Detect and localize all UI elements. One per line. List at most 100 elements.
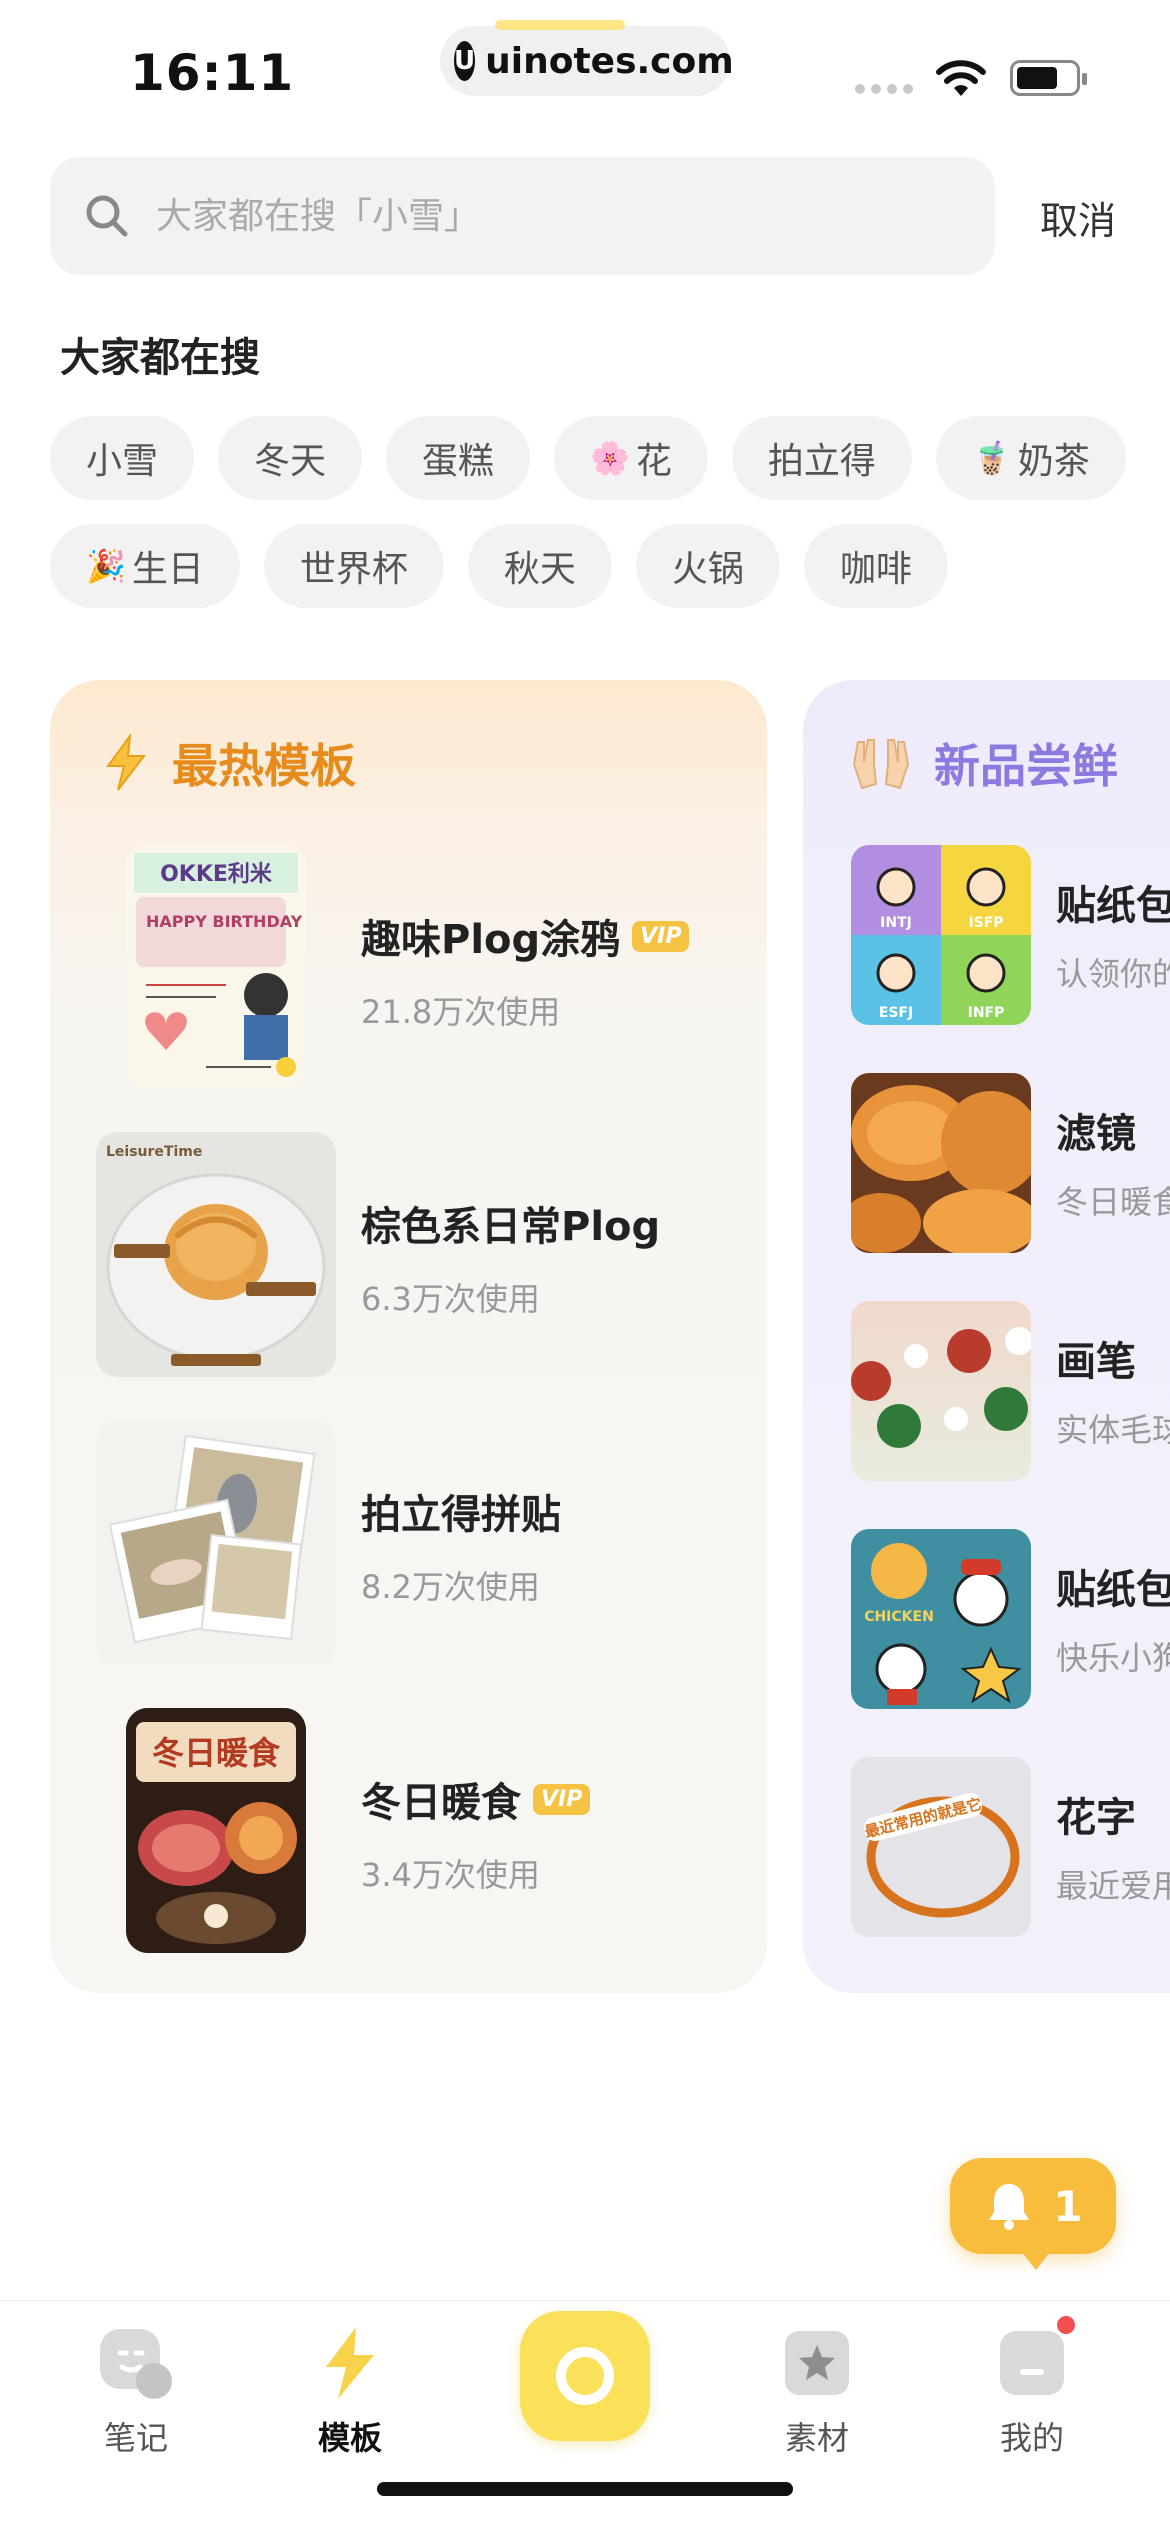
new-item-thumbnail: 最近常用的就是它 — [851, 1757, 1031, 1937]
new-item[interactable]: 滤镜 冬日暖食 — [851, 1073, 1170, 1253]
tab-materials[interactable]: 素材 — [747, 2323, 887, 2459]
tag-chip[interactable]: 世界杯 — [263, 524, 444, 608]
status-bar: 16:11 U uinotes.com — [0, 0, 1170, 140]
template-thumbnail: LeisureTime — [96, 1132, 336, 1377]
tag-chip[interactable]: 拍立得 — [731, 416, 912, 500]
template-name: 冬日暖食 VIP — [361, 1770, 591, 1828]
new-items-card: 新品尝鲜 INTJ ISFP ESFJ INFP 贴纸包 认领你的 滤镜 冬日暖… — [803, 680, 1170, 1993]
lightning-icon — [326, 2327, 374, 2399]
template-info: 趣味Plog涂鸦 VIP 21.8万次使用 — [361, 907, 690, 1033]
template-usage-count: 21.8万次使用 — [361, 993, 561, 1031]
new-item[interactable]: INTJ ISFP ESFJ INFP 贴纸包 认领你的 — [851, 845, 1170, 1025]
tag-chip[interactable]: 火锅 — [635, 524, 780, 608]
new-item-thumbnail — [851, 1073, 1031, 1253]
template-item[interactable]: OKKE利米 HAPPY BIRTHDAY HARRY 趣味Plog涂鸦VIP … — [96, 845, 736, 1090]
new-item[interactable]: 画笔 实体毛球 — [851, 1301, 1170, 1481]
uinotes-logo-icon: U — [454, 41, 476, 81]
happy-dog-sticker-image: CHICKEN — [851, 1529, 1031, 1709]
template-thumbnail — [96, 1420, 336, 1665]
new-item-title: 花字 — [1056, 1795, 1136, 1841]
mbti-sticker-image: INTJ ISFP ESFJ INFP — [851, 845, 1031, 1025]
new-item-info: 花字 最近爱用 — [1056, 1785, 1170, 1907]
new-item-info: 贴纸包 快乐小狗 — [1056, 1557, 1170, 1679]
svg-text:CHICKEN: CHICKEN — [864, 1609, 934, 1625]
template-name: 拍立得拼贴 — [361, 1492, 561, 1538]
new-item-thumbnail — [851, 1301, 1031, 1481]
plog-doodle-image: OKKE利米 HAPPY BIRTHDAY HARRY — [126, 845, 306, 1090]
bubble-tea-icon: 🧋 — [971, 439, 1012, 477]
tab-label: 素材 — [784, 2419, 849, 2457]
tag-chip[interactable]: 冬天 — [218, 416, 363, 500]
template-usage-count: 8.2万次使用 — [361, 1568, 540, 1606]
new-item-subtitle: 快乐小狗 — [1056, 1639, 1170, 1677]
svg-text:冬日暖食: 冬日暖食 — [152, 1734, 281, 1772]
new-item[interactable]: 最近常用的就是它 花字 最近爱用 — [851, 1757, 1170, 1937]
tag-chip[interactable]: 小雪 — [50, 416, 195, 500]
hot-templates-header: 最热模板 — [100, 730, 356, 796]
search-input[interactable] — [156, 195, 936, 237]
flower-text-image: 最近常用的就是它 — [851, 1757, 1031, 1937]
pompom-brush-image — [851, 1301, 1031, 1481]
star-folder-icon — [785, 2331, 849, 2395]
new-item-title: 画笔 — [1056, 1339, 1136, 1385]
polaroid-collage-image — [96, 1420, 336, 1665]
bottom-tab-bar: 笔记 模板 素材 我的 — [0, 2300, 1170, 2532]
new-item-info: 滤镜 冬日暖食 — [1056, 1101, 1170, 1223]
tag-chip[interactable]: 🧋 奶茶 — [935, 416, 1126, 500]
hot-templates-title: 最热模板 — [172, 739, 356, 793]
new-item-thumbnail: CHICKEN — [851, 1529, 1031, 1709]
new-item-subtitle: 冬日暖食 — [1056, 1183, 1170, 1221]
tag-chip[interactable]: 🎉 生日 — [50, 524, 240, 608]
trending-title: 大家都在搜 — [60, 335, 260, 381]
notification-count: 1 — [1053, 2181, 1083, 2231]
cellular-signal-icon — [855, 84, 913, 94]
bell-icon — [989, 2184, 1030, 2230]
svg-text:ESFJ: ESFJ — [879, 1005, 913, 1021]
template-thumbnail: OKKE利米 HAPPY BIRTHDAY HARRY — [126, 845, 306, 1090]
vip-badge: VIP — [533, 1783, 591, 1815]
trending-tags: 小雪 冬天 蛋糕 🌸 花 拍立得 🧋 奶茶 🎉 生日 世界杯 秋天 火锅 咖啡 — [50, 416, 1150, 632]
notification-button[interactable]: 1 — [950, 2158, 1116, 2270]
home-indicator — [377, 2482, 793, 2496]
tab-label: 我的 — [999, 2419, 1064, 2457]
url-pill[interactable]: U uinotes.com — [440, 20, 734, 96]
svg-text:ISFP: ISFP — [968, 915, 1003, 931]
camera-button[interactable] — [520, 2311, 650, 2441]
url-text: uinotes.com — [485, 40, 734, 82]
template-info: 拍立得拼贴 8.2万次使用 — [361, 1482, 561, 1608]
lightning-icon — [106, 734, 147, 791]
vip-badge: VIP — [632, 920, 690, 952]
camera-icon — [556, 2347, 614, 2405]
tag-chip[interactable]: 咖啡 — [803, 524, 948, 608]
svg-text:OKKE利米: OKKE利米 — [160, 862, 273, 887]
battery-icon — [1010, 60, 1087, 96]
tab-profile[interactable]: 我的 — [962, 2313, 1102, 2459]
notes-icon — [100, 2329, 172, 2399]
sweet-potato-filter-image — [851, 1073, 1031, 1253]
svg-text:INFP: INFP — [968, 1005, 1005, 1021]
svg-text:HAPPY BIRTHDAY HARRY: HAPPY BIRTHDAY HARRY — [146, 912, 306, 931]
template-item[interactable]: 拍立得拼贴 8.2万次使用 — [96, 1420, 736, 1665]
tag-chip[interactable]: 秋天 — [467, 524, 612, 608]
url-pill-highlight — [495, 20, 625, 30]
template-usage-count: 3.4万次使用 — [361, 1856, 540, 1894]
tab-label: 模板 — [317, 2419, 382, 2457]
template-info: 冬日暖食 VIP 3.4万次使用 — [361, 1770, 591, 1896]
tag-chip[interactable]: 蛋糕 — [386, 416, 531, 500]
new-item-subtitle: 最近爱用 — [1056, 1867, 1170, 1905]
template-name: 趣味Plog涂鸦 VIP — [361, 907, 690, 965]
tab-templates[interactable]: 模板 — [280, 2323, 420, 2459]
profile-icon — [992, 2313, 1078, 2403]
template-name: 棕色系日常Plog — [361, 1204, 661, 1250]
template-thumbnail: 冬日暖食 — [126, 1708, 306, 1953]
svg-text:LeisureTime: LeisureTime — [106, 1144, 202, 1160]
brown-plog-image: LeisureTime — [96, 1132, 336, 1377]
template-item[interactable]: LeisureTime 棕色系日常Plog 6.3万次使用 — [96, 1132, 736, 1377]
template-item[interactable]: 冬日暖食 冬日暖食 VIP 3.4万次使用 — [96, 1708, 736, 1953]
search-box[interactable] — [50, 157, 995, 275]
flower-icon: 🌸 — [590, 439, 630, 477]
tab-notes[interactable]: 笔记 — [66, 2323, 206, 2459]
tag-chip[interactable]: 🌸 花 — [554, 416, 708, 500]
cancel-button[interactable]: 取消 — [1040, 190, 1116, 245]
new-item[interactable]: CHICKEN 贴纸包 快乐小狗 — [851, 1529, 1170, 1709]
